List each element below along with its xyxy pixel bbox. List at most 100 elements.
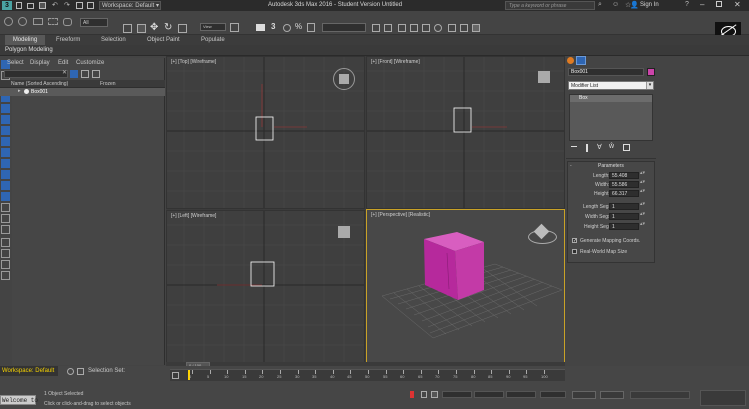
width-segs-spinner-icon[interactable]: ▴▾ (640, 212, 645, 220)
trackbar-options-icon[interactable] (172, 372, 179, 379)
gen-mapping-checkbox[interactable]: ✓ (572, 238, 577, 244)
render-setup-icon[interactable] (448, 24, 456, 32)
explorer-filter-icon[interactable] (70, 70, 78, 78)
redo-toolbar-icon[interactable] (18, 17, 27, 26)
height-segs-spinner-icon[interactable]: ▴▾ (640, 222, 645, 230)
schematic-view-icon[interactable] (422, 24, 430, 32)
select-rotate-icon[interactable]: ↻ (164, 22, 172, 33)
length-segs-input[interactable]: 1 (609, 203, 639, 210)
height-input[interactable]: 66.317 (609, 190, 639, 197)
explorer-menu-customize[interactable]: Customize (76, 60, 104, 66)
curve-editor-icon[interactable] (410, 24, 418, 32)
help-icon[interactable]: ? (685, 1, 689, 8)
modify-tab-icon[interactable] (576, 56, 586, 65)
render-production-icon[interactable] (472, 24, 480, 32)
rollout-collapse-icon[interactable]: - (570, 163, 572, 169)
viewcube-front-icon[interactable] (538, 71, 550, 83)
tab-object-paint[interactable]: Object Paint (147, 37, 180, 43)
column-frozen[interactable]: Frozen (100, 81, 116, 87)
viewport-top-label[interactable]: [+] [Top] [Wireframe] (171, 59, 216, 65)
pivot-center-icon[interactable] (230, 23, 239, 32)
scene-explorer-toggle-icon[interactable] (77, 368, 84, 375)
grid-setting-field[interactable] (540, 391, 566, 398)
options-icon[interactable] (1, 271, 10, 280)
geometry-filter-icon[interactable] (1, 104, 10, 113)
set-key-button[interactable] (600, 391, 624, 399)
close-button[interactable]: ✕ (734, 0, 741, 9)
column-name[interactable]: Name (Sorted Ascending) (11, 81, 68, 87)
expand-arrow-icon[interactable]: ▸ (18, 88, 21, 94)
layer-explorer-icon[interactable] (67, 368, 74, 375)
length-input[interactable]: 55.408 (609, 172, 639, 179)
list-item[interactable]: ▸ Box001 (0, 88, 165, 96)
containers-filter-icon[interactable] (1, 203, 10, 212)
length-segs-spinner-icon[interactable]: ▴▾ (640, 202, 645, 210)
trackbar[interactable]: 0 5 10 15 20 25 30 35 40 45 50 55 60 65 70 75 80 85 90 95 10… (170, 369, 565, 381)
fetch-icon[interactable] (87, 2, 94, 9)
snaps-toggle-icon[interactable]: 3 (271, 22, 275, 31)
sort-icon[interactable] (1, 260, 10, 269)
selection-filter-dropdown[interactable]: All (80, 18, 108, 27)
search-input[interactable]: Type a keyword or phrase (505, 1, 595, 10)
unlink-icon[interactable] (48, 18, 58, 25)
named-selection-dropdown[interactable] (322, 23, 366, 32)
undo-toolbar-icon[interactable] (4, 17, 13, 26)
mirror-icon[interactable] (372, 24, 380, 32)
reference-coord-dropdown[interactable]: View (200, 23, 226, 31)
x-coord-field[interactable] (442, 391, 472, 398)
tab-selection[interactable]: Selection (101, 37, 126, 43)
keyboard-shortcut-icon[interactable] (256, 24, 265, 31)
select-scale-icon[interactable] (178, 24, 187, 33)
redo-icon[interactable]: ↷ (64, 1, 70, 9)
lock-selection-icon[interactable] (421, 391, 427, 398)
search-icon[interactable]: ⌕ (598, 1, 602, 9)
sign-in-link[interactable]: Sign In (640, 2, 659, 8)
percent-snap-icon[interactable]: % (295, 22, 302, 31)
explorer-menu-select[interactable]: Select (7, 60, 24, 66)
show-end-result-icon[interactable] (586, 144, 588, 152)
viewport-front[interactable]: [+] [Front] [Wireframe] (366, 56, 565, 209)
user-icon[interactable]: 👤 (630, 1, 639, 9)
filter-funnel-icon[interactable] (1, 238, 10, 247)
tab-modeling[interactable]: Modeling (5, 35, 45, 45)
link-icon[interactable] (33, 18, 43, 25)
helpers-filter-icon[interactable] (1, 148, 10, 157)
width-input[interactable]: 55.586 (609, 181, 639, 188)
object-color-swatch[interactable] (647, 68, 655, 76)
viewport-top[interactable]: [+] [Top] [Wireframe] (166, 56, 365, 209)
tab-freeform[interactable]: Freeform (56, 37, 80, 43)
pin-stack-icon[interactable] (571, 146, 577, 150)
minimize-button[interactable]: – (700, 0, 704, 9)
explorer-menu-display[interactable]: Display (30, 60, 50, 66)
width-spinner-icon[interactable]: ▴▾ (640, 180, 645, 188)
absolute-mode-icon[interactable] (431, 391, 438, 398)
hold-icon[interactable] (76, 2, 83, 9)
align-icon[interactable] (384, 24, 392, 32)
select-object-icon[interactable] (123, 24, 132, 33)
spacewarps-filter-icon[interactable] (1, 159, 10, 168)
tab-populate[interactable]: Populate (201, 37, 225, 43)
make-unique-icon[interactable]: ∀ (597, 143, 602, 151)
workspace-dropdown[interactable]: Workspace: Default ▾ (99, 1, 161, 10)
spinner-snap-icon[interactable] (307, 23, 315, 32)
y-coord-field[interactable] (474, 391, 504, 398)
material-editor-icon[interactable] (434, 24, 442, 32)
ribbon-subtitle[interactable]: Polygon Modeling (5, 47, 53, 55)
viewport-left[interactable]: [+] [Left] [Wireframe] (166, 210, 365, 363)
viewcube-perspective-icon[interactable] (528, 222, 557, 245)
rendered-frame-icon[interactable] (460, 24, 468, 32)
select-move-icon[interactable]: ✥ (150, 22, 158, 33)
angle-snap-icon[interactable] (283, 24, 291, 32)
cameras-filter-icon[interactable] (1, 137, 10, 146)
viewcube-left-icon[interactable] (338, 226, 350, 238)
layer-manager-icon[interactable] (398, 24, 406, 32)
object-name-field[interactable]: Box001 (568, 68, 644, 76)
stack-item[interactable]: Box (570, 95, 652, 102)
lights-filter-icon[interactable] (1, 126, 10, 135)
hidden-filter-icon[interactable] (1, 225, 10, 234)
bind-space-warp-icon[interactable] (63, 18, 72, 26)
save-file-icon[interactable] (39, 2, 46, 9)
new-file-icon[interactable] (16, 2, 22, 9)
height-segs-input[interactable]: 1 (609, 223, 639, 230)
workspace-status[interactable]: Workspace: Default (0, 366, 58, 376)
